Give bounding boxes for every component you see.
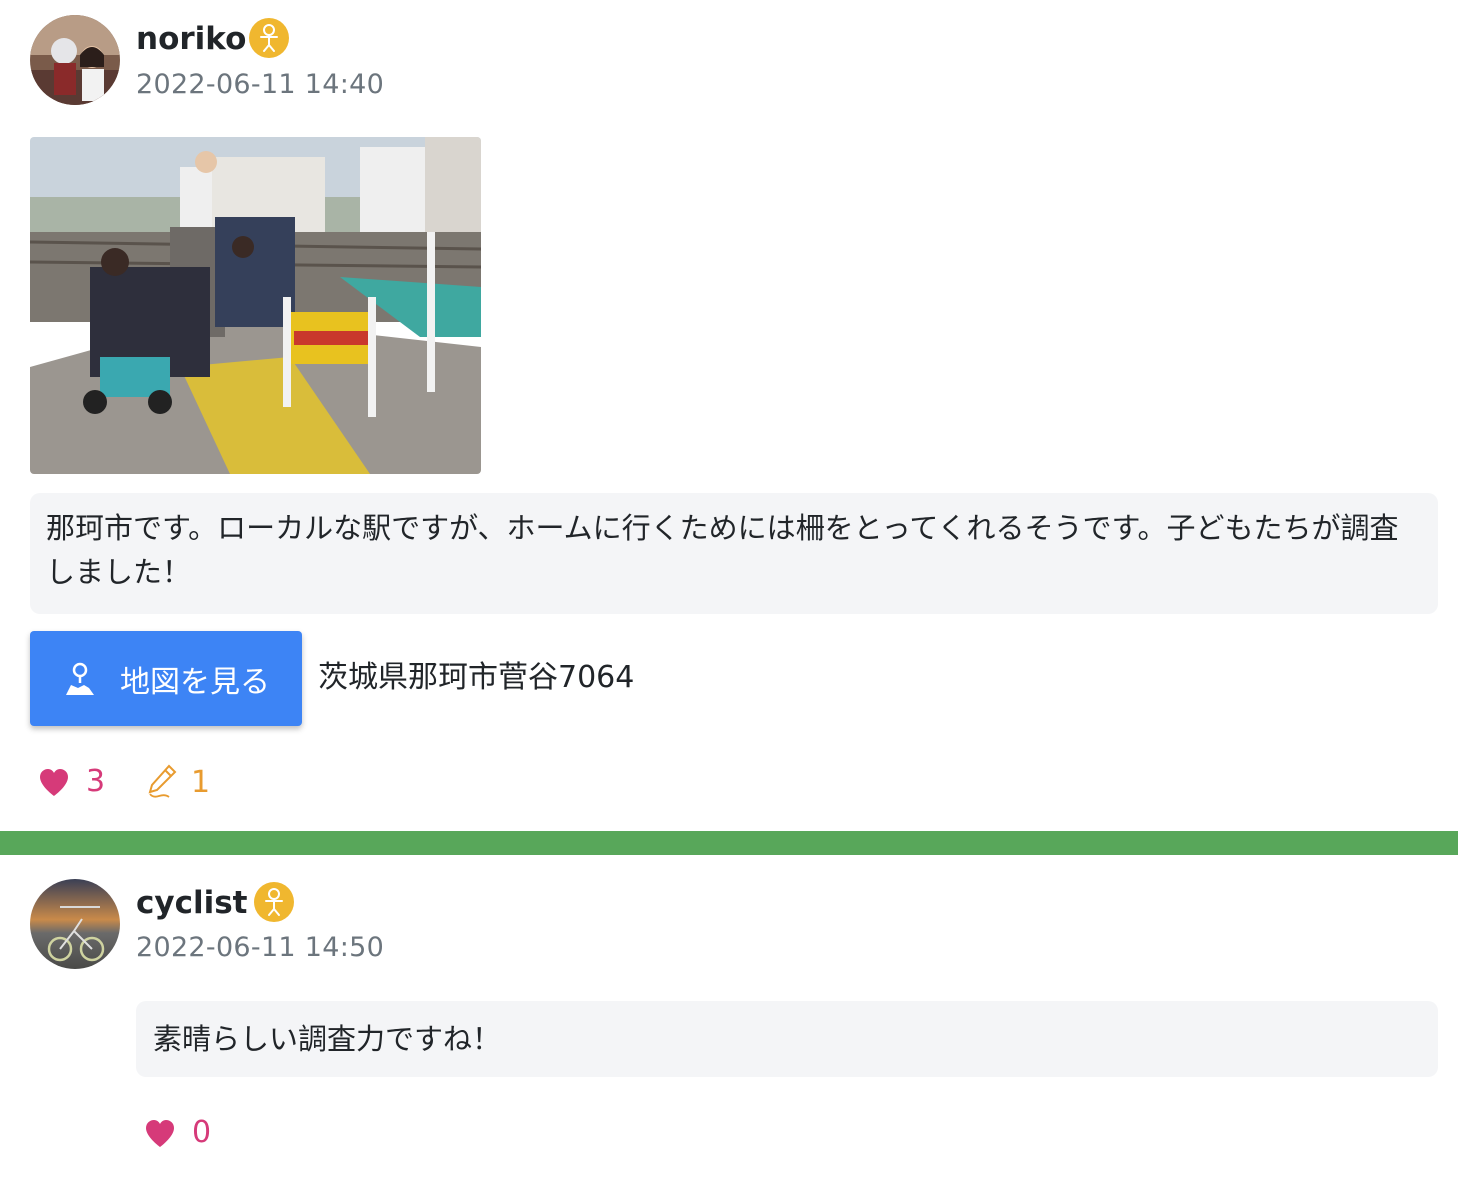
section-divider — [0, 831, 1458, 855]
post-username[interactable]: noriko — [136, 19, 246, 59]
post-avatar[interactable] — [30, 15, 120, 105]
post-like-count: 3 — [86, 764, 106, 799]
post-body: 那珂市です。ローカルな駅ですが、ホームに行くためには柵をとってくれるそうです。子… — [30, 493, 1438, 614]
pencil-icon — [148, 764, 177, 798]
person-badge-icon — [265, 888, 283, 916]
post-user-badge — [249, 18, 289, 58]
post-photo[interactable] — [30, 137, 481, 474]
comment-body: 素晴らしい調査力ですね！ — [136, 1001, 1438, 1077]
comment-user-badge — [254, 882, 294, 922]
comment-username[interactable]: cyclist — [136, 883, 247, 923]
post-comment-count: 1 — [191, 764, 211, 800]
post-address: 茨城県那珂市菅谷7064 — [318, 660, 635, 695]
comment-like-count: 0 — [192, 1115, 212, 1150]
heart-icon — [40, 768, 68, 796]
post-comment-button[interactable]: 1 — [145, 764, 210, 800]
comment-timestamp: 2022-06-11 14:50 — [136, 932, 385, 963]
person-badge-icon — [260, 24, 278, 52]
comment-like-button[interactable]: 0 — [144, 1115, 211, 1150]
heart-icon — [146, 1119, 174, 1147]
view-map-button-label: 地図を見る — [120, 664, 270, 700]
post-like-button[interactable]: 3 — [38, 764, 105, 799]
comment-avatar[interactable] — [30, 879, 120, 969]
view-map-button[interactable]: 地図を見る — [30, 631, 302, 726]
map-pin-icon — [66, 662, 94, 695]
post-timestamp: 2022-06-11 14:40 — [136, 69, 385, 100]
